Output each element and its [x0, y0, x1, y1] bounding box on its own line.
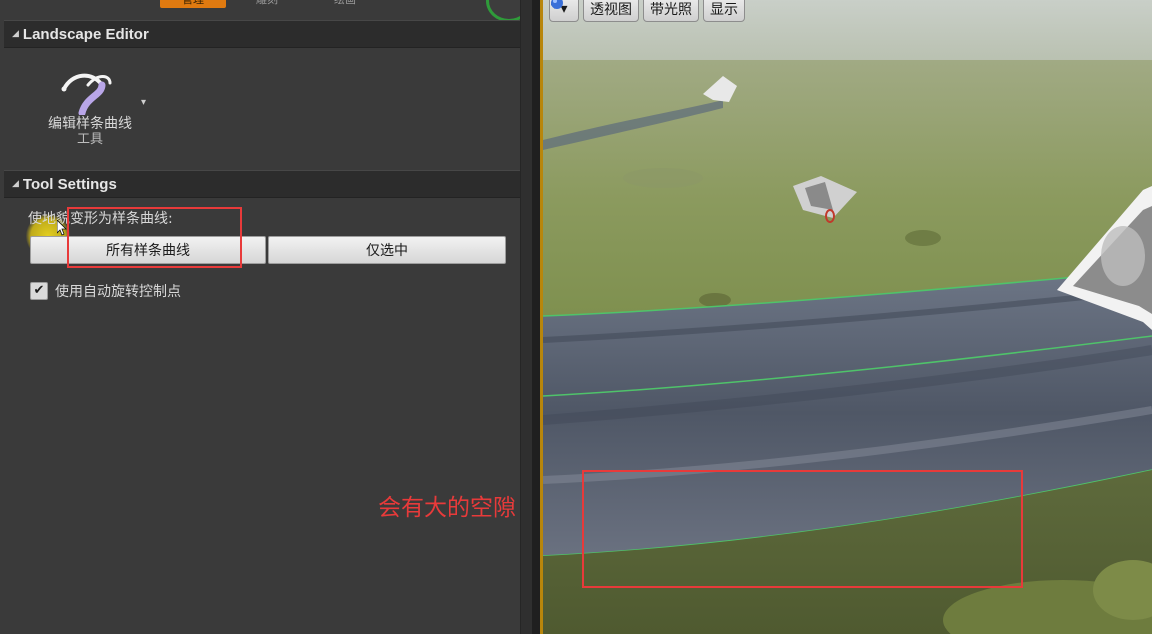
section-title: Tool Settings	[22, 175, 117, 193]
mouse-pointer-icon	[57, 220, 67, 236]
landscape-editor-panel: 管理 雕刻 绘画 ◢ Landscape Editor ▾ 编辑样条曲线 工具 …	[0, 0, 532, 634]
lit-label: 带光照	[650, 2, 692, 18]
tool-name: 编辑样条曲线	[48, 116, 132, 132]
tab-manage[interactable]: 管理	[160, 0, 226, 8]
auto-rotate-label: 使用自动旋转控制点	[55, 284, 181, 300]
gap-annotation-text: 会有大的空隙	[378, 495, 516, 521]
collapse-arrow-icon[interactable]: ◢	[12, 179, 19, 189]
show-label: 显示	[710, 2, 738, 18]
tool-selector[interactable]: ▾ 编辑样条曲线 工具	[4, 47, 520, 167]
lit-sphere-icon	[551, 0, 563, 9]
mode-tabs: 管理 雕刻 绘画	[0, 0, 532, 14]
tab-sculpt[interactable]: 雕刻	[242, 0, 292, 8]
section-title: Landscape Editor	[22, 25, 149, 43]
auto-rotate-row[interactable]: ✔ 使用自动旋转控制点	[30, 281, 181, 301]
show-button[interactable]: 显示	[703, 0, 745, 22]
landscape-editor-header[interactable]: ◢ Landscape Editor	[4, 20, 528, 48]
lit-mode-button[interactable]: 带光照	[551, 0, 699, 22]
perspective-label: 透视图	[590, 2, 632, 18]
collapse-arrow-icon[interactable]: ◢	[12, 29, 19, 39]
auto-rotate-checkbox[interactable]: ✔	[30, 282, 48, 300]
gap-highlight-box	[582, 470, 1023, 588]
tool-dropdown-icon[interactable]: ▾	[141, 97, 146, 108]
perspective-button[interactable]: 透视图	[551, 0, 639, 22]
tool-label: 编辑样条曲线 工具	[32, 115, 148, 147]
selected-only-button[interactable]: 仅选中	[268, 236, 506, 264]
tool-suffix: 工具	[76, 132, 103, 147]
panel-splitter[interactable]	[532, 0, 540, 634]
panel-scrollbar[interactable]	[520, 0, 532, 634]
checkmark-icon: ✔	[33, 283, 45, 298]
annotation-highlight-box	[67, 207, 242, 268]
viewport-toolbar: ▾ 透视图 带光照 显示	[549, 0, 745, 24]
tool-settings-header[interactable]: ◢ Tool Settings	[4, 170, 528, 198]
spline-tool-icon	[61, 73, 112, 115]
tab-paint[interactable]: 绘画	[320, 0, 370, 8]
